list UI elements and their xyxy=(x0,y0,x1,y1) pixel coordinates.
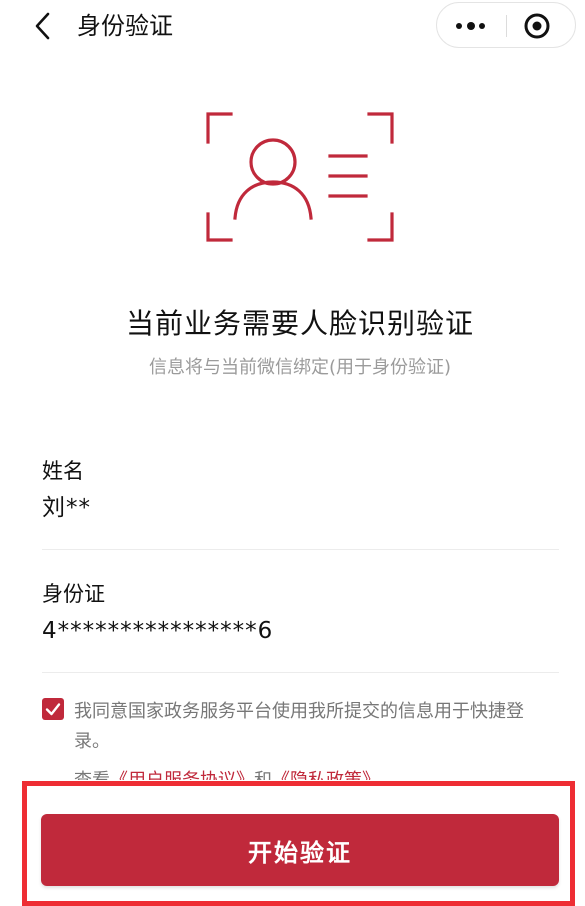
chevron-left-icon xyxy=(35,12,50,40)
field-divider xyxy=(42,549,559,550)
checkmark-icon xyxy=(45,703,61,716)
start-verification-button[interactable]: 开始验证 xyxy=(41,814,559,886)
agreement-checkbox[interactable] xyxy=(42,698,64,720)
name-label: 姓名 xyxy=(42,459,84,483)
agreement-links: 查看《用户服务协议》和《隐私政策》 xyxy=(74,766,494,780)
target-circle-icon xyxy=(524,13,550,39)
capsule-divider xyxy=(506,15,507,37)
links-joiner: 和 xyxy=(254,770,272,780)
page-title: 身份验证 xyxy=(77,12,173,40)
back-button[interactable] xyxy=(30,10,58,42)
close-mini-program-button[interactable] xyxy=(523,12,551,40)
verification-subtitle: 信息将与当前微信绑定(用于身份验证) xyxy=(148,357,452,378)
nav-bar: 身份验证 xyxy=(0,0,585,54)
view-prefix: 查看 xyxy=(74,770,110,780)
more-button[interactable] xyxy=(437,3,505,47)
field-divider xyxy=(42,672,559,673)
agreement-text: 我同意国家政务服务平台使用我所提交的信息用于快捷登录。 xyxy=(74,701,524,752)
user-agreement-link[interactable]: 《用户服务协议》 xyxy=(110,770,254,780)
privacy-policy-link[interactable]: 《隐私政策》 xyxy=(272,770,380,780)
identity-verification-page: 身份验证 当前业务需要人脸识别验证 信息将与当前微信绑定(用于身份验证) 姓名 … xyxy=(0,0,585,906)
face-scan-icon xyxy=(206,112,394,242)
id-card-label: 身份证 xyxy=(42,582,105,606)
name-value: 刘** xyxy=(42,495,91,521)
id-card-value: 4****************6 xyxy=(42,618,274,644)
verification-headline: 当前业务需要人脸识别验证 xyxy=(125,307,474,340)
mini-program-capsule xyxy=(436,2,576,48)
